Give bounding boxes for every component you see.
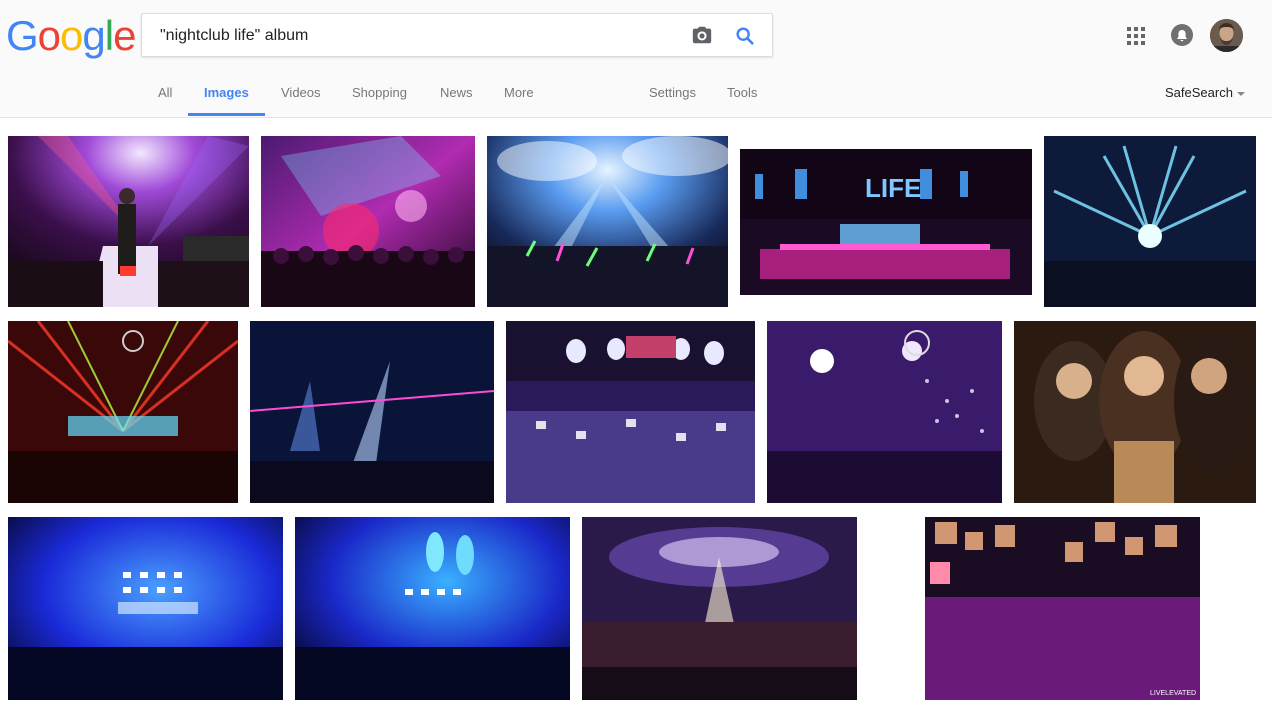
image-result[interactable]: LIFE bbox=[740, 149, 1032, 295]
image-result[interactable] bbox=[487, 136, 728, 307]
image-result[interactable] bbox=[295, 517, 570, 700]
image-result[interactable] bbox=[8, 517, 283, 700]
image-result[interactable] bbox=[250, 321, 494, 503]
notifications-icon[interactable] bbox=[1171, 24, 1193, 46]
tab-news[interactable]: News bbox=[440, 85, 473, 100]
tab-videos[interactable]: Videos bbox=[281, 85, 321, 100]
image-result[interactable] bbox=[1014, 321, 1256, 503]
image-caption: LIVELEVATED bbox=[1150, 690, 1196, 697]
image-result[interactable] bbox=[582, 517, 857, 700]
google-logo[interactable]: Google bbox=[6, 12, 136, 60]
image-result[interactable] bbox=[261, 136, 475, 307]
active-tab-indicator bbox=[188, 113, 265, 116]
tab-all[interactable]: All bbox=[158, 85, 172, 100]
image-caption: LIFE bbox=[865, 173, 921, 203]
chevron-down-icon bbox=[1236, 91, 1245, 96]
image-result[interactable]: LIVELEVATED bbox=[925, 517, 1200, 700]
search-icon[interactable] bbox=[734, 25, 756, 47]
apps-grid-icon[interactable] bbox=[1127, 27, 1145, 45]
tab-more[interactable]: More bbox=[504, 85, 534, 100]
image-result[interactable] bbox=[1044, 136, 1256, 307]
image-result[interactable] bbox=[767, 321, 1002, 503]
safesearch-dropdown[interactable]: SafeSearch bbox=[1165, 85, 1245, 100]
camera-icon[interactable] bbox=[691, 24, 713, 46]
search-input[interactable] bbox=[158, 14, 682, 58]
image-result[interactable] bbox=[8, 136, 249, 307]
search-box bbox=[141, 13, 773, 58]
image-result[interactable] bbox=[506, 321, 755, 503]
avatar[interactable] bbox=[1210, 19, 1243, 52]
header: Google All Images bbox=[0, 0, 1272, 118]
tab-shopping[interactable]: Shopping bbox=[352, 85, 407, 100]
tab-images[interactable]: Images bbox=[204, 85, 249, 100]
tab-tools[interactable]: Tools bbox=[727, 85, 757, 100]
image-result[interactable] bbox=[8, 321, 238, 503]
tab-settings[interactable]: Settings bbox=[649, 85, 696, 100]
safesearch-label: SafeSearch bbox=[1165, 85, 1233, 100]
